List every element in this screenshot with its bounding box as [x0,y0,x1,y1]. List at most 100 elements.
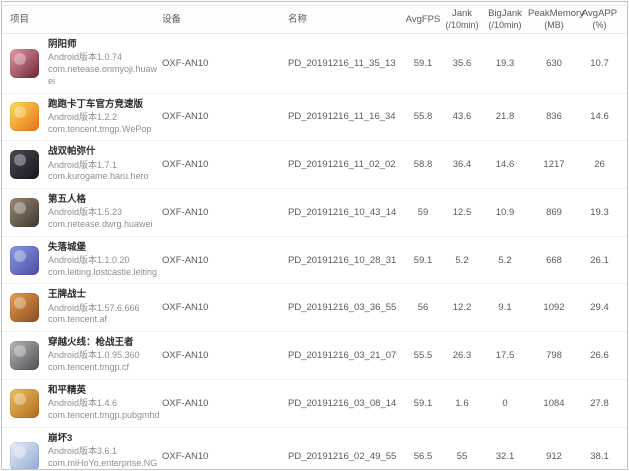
avgapp-cell: 14.6 [580,111,619,122]
project-cell: 王牌战士 Android版本1.57.6.666 com.tencent.af [10,289,162,326]
report-name-cell[interactable]: PD_20191216_03_08_14 [288,398,404,409]
app-android-version: Android版本1.7.1 [48,160,162,172]
device-cell: OXF-AN10 [162,159,288,170]
jank-cell: 12.2 [442,302,482,313]
column-header-jank: Jank (/10min) [442,8,482,31]
device-cell: OXF-AN10 [162,111,288,122]
table-row[interactable]: 第五人格 Android版本1.5.23 com.netease.dwrg.hu… [2,189,627,237]
report-name-cell[interactable]: PD_20191216_10_28_31 [288,255,404,266]
column-header-name: 名称 [288,14,404,26]
app-info: 战双帕弥什 Android版本1.7.1 com.kurogame.haru.h… [48,146,162,183]
jank-cell: 36.4 [442,159,482,170]
table-row[interactable]: 崩坏3 Android版本3.6.1 com.miHoYo.enterprise… [2,428,627,470]
jank-cell: 1.6 [442,398,482,409]
column-header-jank-unit: (/10min) [442,20,482,31]
report-name-cell[interactable]: PD_20191216_03_36_55 [288,302,404,313]
punishing-gray-raven-app-icon [10,150,39,179]
project-cell: 第五人格 Android版本1.5.23 com.netease.dwrg.hu… [10,194,162,231]
report-name-cell[interactable]: PD_20191216_03_21_07 [288,350,404,361]
app-package-name: com.leiting.lostcastle.leiting [48,267,162,279]
app-package-name: com.tencent.tmgp.WePop [48,124,162,136]
table-row[interactable]: 和平精英 Android版本1.4.6 com.tencent.tmgp.pub… [2,380,627,428]
app-info: 跑跑卡丁车官方竞速版 Android版本1.2.2 com.tencent.tm… [48,99,162,136]
avgfps-cell: 56.5 [404,451,442,462]
report-name-cell[interactable]: PD_20191216_11_16_34 [288,111,404,122]
device-cell: OXF-AN10 [162,398,288,409]
avgapp-cell: 10.7 [580,58,619,69]
app-name: 失落城堡 [48,242,162,254]
app-package-name: com.tencent.tmgp.pubgmhd [48,410,162,422]
report-name-cell[interactable]: PD_20191216_10_43_14 [288,207,404,218]
jank-cell: 55 [442,451,482,462]
peakmemory-cell: 1084 [528,398,580,409]
column-header-bigjank-unit: (/10min) [482,20,528,31]
app-name: 阴阳师 [48,39,162,51]
identity-v-app-icon [10,198,39,227]
onmyoji-app-icon [10,49,39,78]
table-row[interactable]: 战双帕弥什 Android版本1.7.1 com.kurogame.haru.h… [2,141,627,189]
app-name: 第五人格 [48,194,162,206]
app-android-version: Android版本1.2.2 [48,112,162,124]
table-row[interactable]: 阴阳师 Android版本1.0.74 com.netease.onmyoji.… [2,34,627,93]
report-name-cell[interactable]: PD_20191216_11_35_13 [288,58,404,69]
column-header-peakmemory: PeakMemory (MB) [528,8,580,31]
jank-cell: 5.2 [442,255,482,266]
report-name-cell[interactable]: PD_20191216_11_02_02 [288,159,404,170]
lost-castle-app-icon [10,246,39,275]
avgapp-cell: 26.1 [580,255,619,266]
avgfps-cell: 55.5 [404,350,442,361]
app-android-version: Android版本1.4.6 [48,398,162,410]
column-header-bigjank-label: BigJank [488,8,522,19]
app-android-version: Android版本3.6.1 [48,446,162,458]
app-name: 战双帕弥什 [48,146,162,158]
app-android-version: Android版本1.0.95.360 [48,350,162,362]
app-package-name: com.netease.onmyoji.huawei [48,64,162,87]
jank-cell: 43.6 [442,111,482,122]
avgapp-cell: 38.1 [580,451,619,462]
table-row[interactable]: 失落城堡 Android版本1.1.0.20 com.leiting.lostc… [2,237,627,285]
column-header-project: 项目 [10,14,162,26]
app-android-version: Android版本1.5.23 [48,207,162,219]
app-package-name: com.miHoYo.enterprise.NGHSoD [48,458,162,470]
app-android-version: Android版本1.0.74 [48,52,162,64]
jank-cell: 26.3 [442,350,482,361]
avgfps-cell: 56 [404,302,442,313]
app-name: 王牌战士 [48,289,162,301]
ace-force-app-icon [10,293,39,322]
column-header-jank-label: Jank [452,8,472,19]
app-info: 第五人格 Android版本1.5.23 com.netease.dwrg.hu… [48,194,162,231]
table-row[interactable]: 跑跑卡丁车官方竞速版 Android版本1.2.2 com.tencent.tm… [2,94,627,142]
app-name: 崩坏3 [48,433,162,445]
project-cell: 穿越火线：枪战王者 Android版本1.0.95.360 com.tencen… [10,337,162,374]
peakmemory-cell: 912 [528,451,580,462]
device-cell: OXF-AN10 [162,255,288,266]
app-package-name: com.kurogame.haru.hero [48,171,162,183]
avgapp-cell: 27.8 [580,398,619,409]
report-name-cell[interactable]: PD_20191216_02_49_55 [288,451,404,462]
column-header-peakmemory-label: PeakMemory [528,8,584,19]
jank-cell: 12.5 [442,207,482,218]
device-cell: OXF-AN10 [162,58,288,69]
peakmemory-cell: 798 [528,350,580,361]
column-header-avgapp: AvgAPP (%) [580,8,619,31]
bigjank-cell: 17.5 [482,350,528,361]
project-cell: 崩坏3 Android版本3.6.1 com.miHoYo.enterprise… [10,433,162,470]
avgapp-cell: 26 [580,159,619,170]
app-info: 穿越火线：枪战王者 Android版本1.0.95.360 com.tencen… [48,337,162,374]
jank-cell: 35.6 [442,58,482,69]
app-package-name: com.tencent.tmgp.cf [48,362,162,374]
column-header-bigjank: BigJank (/10min) [482,8,528,31]
app-info: 和平精英 Android版本1.4.6 com.tencent.tmgp.pub… [48,385,162,422]
bigjank-cell: 9.1 [482,302,528,313]
avgapp-cell: 19.3 [580,207,619,218]
device-cell: OXF-AN10 [162,350,288,361]
peakmemory-cell: 869 [528,207,580,218]
table-row[interactable]: 穿越火线：枪战王者 Android版本1.0.95.360 com.tencen… [2,332,627,380]
bigjank-cell: 21.8 [482,111,528,122]
app-info: 王牌战士 Android版本1.57.6.666 com.tencent.af [48,289,162,326]
column-header-avgapp-label: AvgAPP [582,8,617,19]
avgfps-cell: 59 [404,207,442,218]
peace-elite-app-icon [10,389,39,418]
app-package-name: com.tencent.af [48,314,162,326]
table-row[interactable]: 王牌战士 Android版本1.57.6.666 com.tencent.af … [2,284,627,332]
